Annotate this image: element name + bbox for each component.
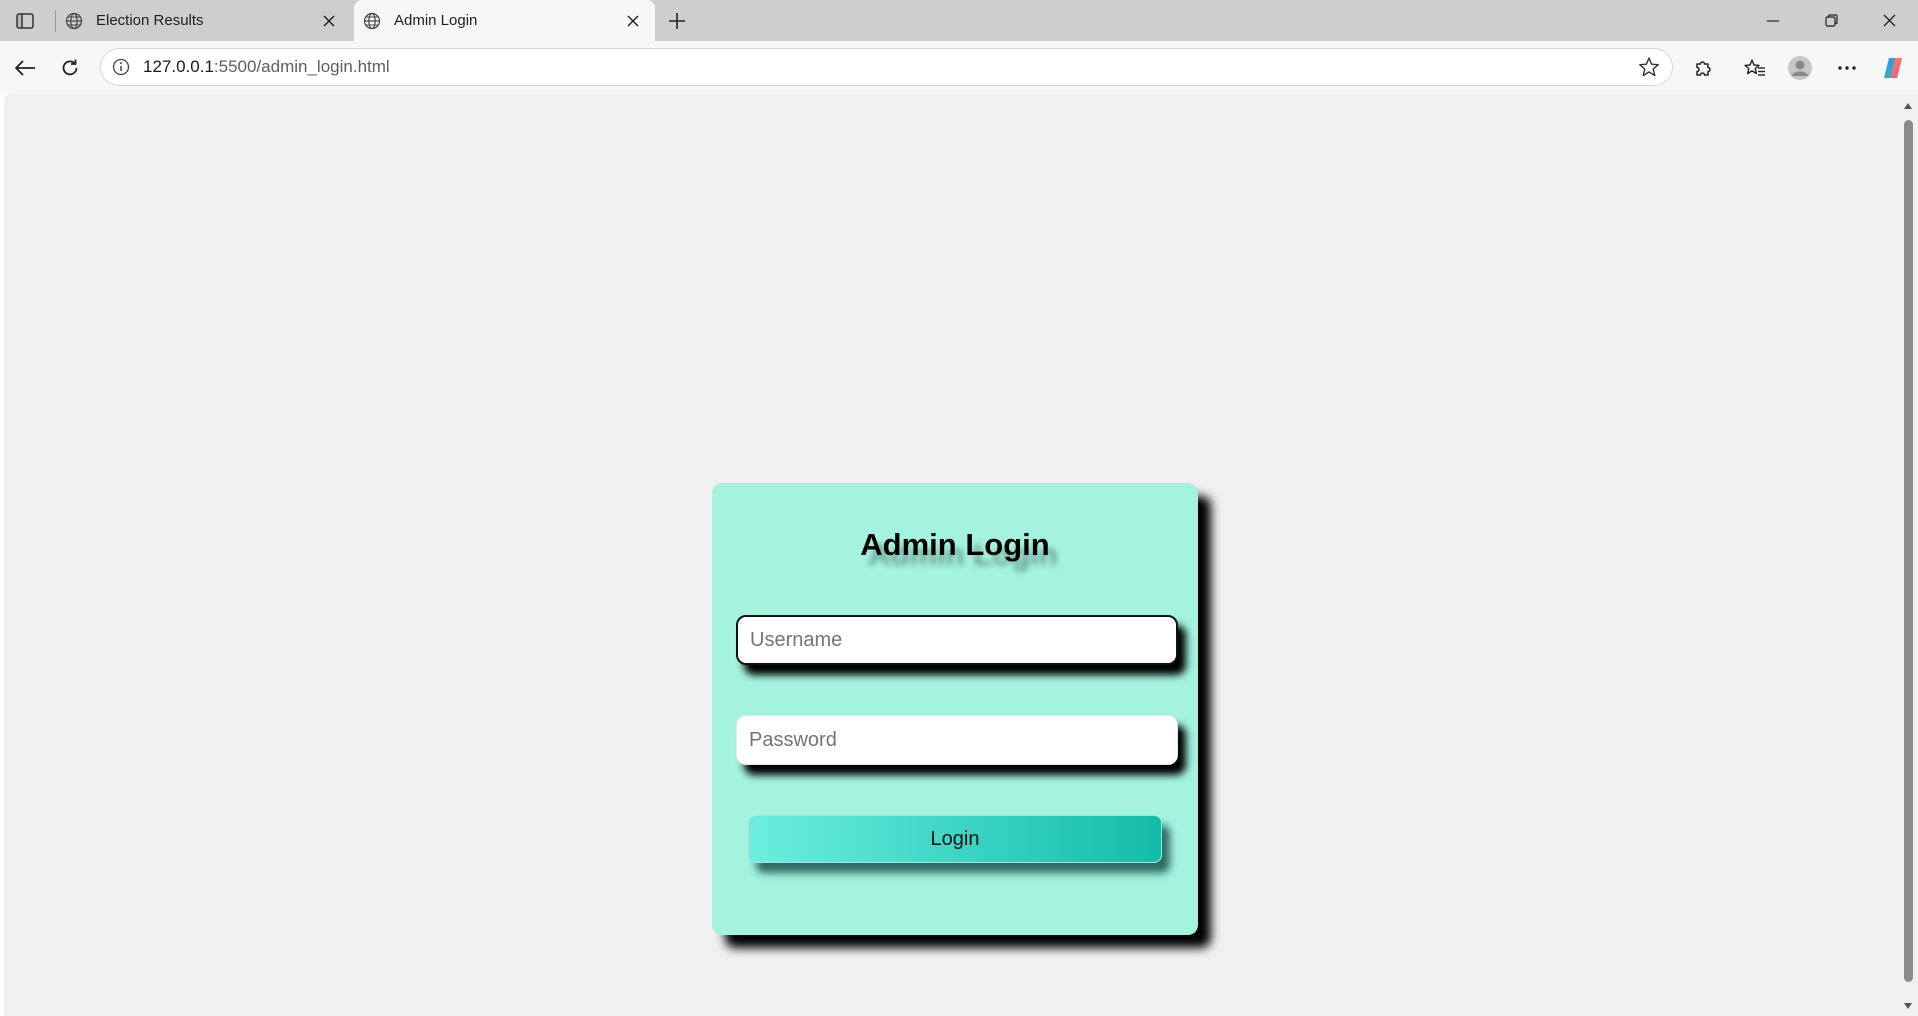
globe-icon bbox=[362, 11, 382, 31]
plus-icon[interactable] bbox=[664, 8, 690, 34]
sidebar-toggle-icon[interactable] bbox=[10, 9, 40, 33]
browser-window: Election Results Admin Login 127.0.0.1:5… bbox=[0, 0, 1918, 1016]
address-bar[interactable]: 127.0.0.1:5500/admin_login.html bbox=[100, 48, 1673, 86]
restore-icon[interactable] bbox=[1802, 0, 1860, 41]
page-viewport: Admin Login Login bbox=[4, 94, 1898, 1016]
close-window-icon[interactable] bbox=[1860, 0, 1918, 41]
reload-icon[interactable] bbox=[55, 53, 85, 83]
more-icon[interactable] bbox=[1832, 53, 1862, 83]
tab-admin-login[interactable]: Admin Login bbox=[354, 0, 655, 41]
login-card: Admin Login Login bbox=[712, 483, 1198, 935]
url-host: 127.0.0.1 bbox=[143, 57, 214, 76]
tab-title: Admin Login bbox=[394, 12, 478, 29]
close-icon[interactable] bbox=[621, 9, 645, 33]
tab-election-results[interactable]: Election Results bbox=[58, 0, 351, 41]
star-icon[interactable] bbox=[1636, 54, 1662, 80]
window-controls bbox=[1744, 0, 1918, 41]
close-icon[interactable] bbox=[317, 9, 341, 33]
copilot-icon[interactable] bbox=[1878, 53, 1908, 83]
url-path: :5500/admin_login.html bbox=[213, 57, 390, 76]
back-arrow-icon[interactable] bbox=[10, 53, 40, 83]
scroll-thumb[interactable] bbox=[1904, 120, 1913, 982]
minimize-icon[interactable] bbox=[1744, 0, 1802, 41]
password-input[interactable] bbox=[736, 715, 1178, 765]
puzzle-icon[interactable] bbox=[1688, 53, 1718, 83]
tab-divider bbox=[55, 10, 56, 32]
username-input[interactable] bbox=[736, 615, 1178, 665]
tab-strip: Election Results Admin Login bbox=[0, 0, 1918, 41]
url-text[interactable]: 127.0.0.1:5500/admin_login.html bbox=[143, 57, 1636, 77]
globe-icon bbox=[64, 11, 84, 31]
browser-toolbar: 127.0.0.1:5500/admin_login.html bbox=[0, 41, 1918, 94]
scroll-down-arrow-icon[interactable] bbox=[1902, 1000, 1914, 1012]
vertical-scrollbar[interactable] bbox=[1898, 94, 1918, 1016]
tab-title: Election Results bbox=[96, 12, 204, 29]
login-button[interactable]: Login bbox=[748, 815, 1162, 863]
profile-icon[interactable] bbox=[1785, 53, 1815, 83]
favorites-icon[interactable] bbox=[1740, 53, 1770, 83]
info-icon[interactable] bbox=[111, 57, 131, 77]
scroll-up-arrow-icon[interactable] bbox=[1902, 100, 1914, 112]
login-title: Admin Login bbox=[860, 527, 1050, 562]
